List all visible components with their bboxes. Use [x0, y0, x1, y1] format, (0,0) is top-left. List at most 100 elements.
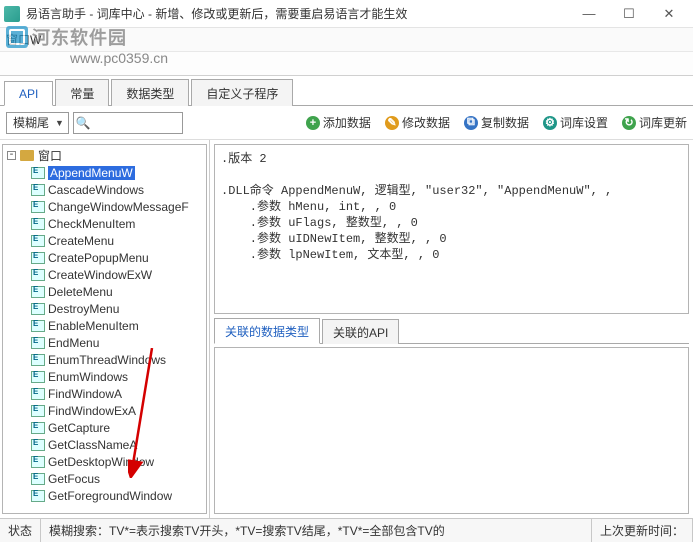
- right-panel: .版本 2 .DLL命令 AppendMenuW, 逻辑型, "user32",…: [210, 140, 693, 518]
- related-content[interactable]: [214, 347, 689, 514]
- tab-custom[interactable]: 自定义子程序: [191, 79, 293, 106]
- file-icon: [31, 422, 45, 434]
- search-input[interactable]: [92, 114, 182, 132]
- tree-item-label: FindWindowExA: [48, 404, 136, 418]
- file-icon: [31, 439, 45, 451]
- file-icon: [31, 490, 45, 502]
- tree-item-label: EnumWindows: [48, 370, 128, 384]
- tree-item[interactable]: CheckMenuItem: [5, 215, 204, 232]
- status-last-update: 上次更新时间：: [592, 519, 693, 542]
- copy-data-button[interactable]: ⧉复制数据: [464, 114, 529, 131]
- plus-icon: +: [306, 116, 320, 130]
- tree-root-label: 窗口: [38, 147, 62, 164]
- tree-item[interactable]: GetForegroundWindow: [5, 487, 204, 504]
- refresh-icon: ↻: [622, 116, 636, 130]
- tree-item[interactable]: FindWindowExA: [5, 402, 204, 419]
- file-icon: [31, 320, 45, 332]
- window-title: 易语言助手 - 词库中心 - 新增、修改或更新后，需要重启易语言才能生效: [26, 5, 569, 22]
- tree-item-label: CheckMenuItem: [48, 217, 135, 231]
- file-icon: [31, 252, 45, 264]
- search-icon: 🔍: [74, 116, 92, 130]
- tree-item-label: EndMenu: [48, 336, 99, 350]
- tree-item[interactable]: DestroyMenu: [5, 300, 204, 317]
- tree-item-label: CascadeWindows: [48, 183, 144, 197]
- app-icon: [4, 6, 20, 22]
- status-label: 状态: [0, 519, 41, 542]
- file-icon: [31, 167, 45, 179]
- tree-item[interactable]: GetFocus: [5, 470, 204, 487]
- tree-item-label: GetForegroundWindow: [48, 489, 172, 503]
- search-mode-value: 模糊尾: [13, 114, 49, 131]
- watermark-icon: [6, 26, 28, 48]
- edit-icon: ✎: [385, 116, 399, 130]
- tree-panel: - 窗口 AppendMenuW CascadeWindowsChangeWind…: [0, 140, 210, 518]
- watermark-url: www.pc0359.cn: [70, 50, 168, 66]
- tree-item[interactable]: DeleteMenu: [5, 283, 204, 300]
- file-icon: [31, 473, 45, 485]
- related-tabs: 关联的数据类型 关联的API: [214, 318, 689, 344]
- status-hint: 模糊搜索：TV*=表示搜索TV开头，*TV=搜索TV结尾，*TV*=全部包含TV…: [41, 519, 592, 542]
- file-icon: [31, 388, 45, 400]
- tree-item-label: GetFocus: [48, 472, 100, 486]
- file-icon: [31, 269, 45, 281]
- copy-icon: ⧉: [464, 116, 478, 130]
- gear-icon: ⚙: [543, 116, 557, 130]
- tree-item[interactable]: FindWindowA: [5, 385, 204, 402]
- tree-item-label: EnumThreadWindows: [48, 353, 166, 367]
- file-icon: [31, 201, 45, 213]
- edit-data-button[interactable]: ✎修改数据: [385, 114, 450, 131]
- tree-item[interactable]: GetClassNameA: [5, 436, 204, 453]
- file-icon: [31, 286, 45, 298]
- tree-item-label: EnableMenuItem: [48, 319, 139, 333]
- related-tab-datatype[interactable]: 关联的数据类型: [214, 318, 320, 344]
- file-icon: [31, 235, 45, 247]
- file-icon: [31, 405, 45, 417]
- tab-const[interactable]: 常量: [55, 79, 109, 106]
- tab-api[interactable]: API: [4, 81, 53, 106]
- tree-item[interactable]: GetDesktopWindow: [5, 453, 204, 470]
- tree-item[interactable]: EnableMenuItem: [5, 317, 204, 334]
- code-view[interactable]: .版本 2 .DLL命令 AppendMenuW, 逻辑型, "user32",…: [214, 144, 689, 314]
- settings-button[interactable]: ⚙词库设置: [543, 114, 608, 131]
- watermark-text: 河东软件园: [32, 24, 127, 50]
- file-icon: [31, 303, 45, 315]
- tab-datatype[interactable]: 数据类型: [111, 79, 189, 106]
- tree-item[interactable]: EnumWindows: [5, 368, 204, 385]
- file-icon: [31, 354, 45, 366]
- tree-item-label: CreatePopupMenu: [48, 251, 149, 265]
- update-button[interactable]: ↻词库更新: [622, 114, 687, 131]
- tree-item-label: CreateWindowExW: [48, 268, 152, 282]
- tree-item-label: GetCapture: [48, 421, 110, 435]
- tree-item[interactable]: EndMenu: [5, 334, 204, 351]
- tree-item[interactable]: GetCapture: [5, 419, 204, 436]
- search-field[interactable]: 🔍: [73, 112, 183, 134]
- tree-root[interactable]: - 窗口: [5, 147, 204, 164]
- folder-icon: [20, 150, 34, 161]
- collapse-icon[interactable]: -: [7, 151, 16, 160]
- tree-item[interactable]: CreateMenu: [5, 232, 204, 249]
- file-icon: [31, 184, 45, 196]
- tree-item[interactable]: ChangeWindowMessageF: [5, 198, 204, 215]
- tree-item[interactable]: CreatePopupMenu: [5, 249, 204, 266]
- maximize-button[interactable]: ☐: [609, 1, 649, 27]
- tree-item[interactable]: CascadeWindows: [5, 181, 204, 198]
- search-mode-combo[interactable]: 模糊尾 ▼: [6, 112, 69, 134]
- file-icon: [31, 456, 45, 468]
- tree-item[interactable]: CreateWindowExW: [5, 266, 204, 283]
- tree-item-label: GetDesktopWindow: [48, 455, 154, 469]
- chevron-down-icon: ▼: [55, 118, 64, 128]
- tree-item-label: DestroyMenu: [48, 302, 119, 316]
- close-button[interactable]: ✕: [649, 1, 689, 27]
- tree-item-label: FindWindowA: [48, 387, 122, 401]
- tree-item[interactable]: AppendMenuW: [5, 164, 204, 181]
- add-data-button[interactable]: +添加数据: [306, 114, 371, 131]
- tree-item-label: GetClassNameA: [48, 438, 137, 452]
- related-tab-api[interactable]: 关联的API: [322, 319, 399, 344]
- tree-item[interactable]: EnumThreadWindows: [5, 351, 204, 368]
- action-row: 模糊尾 ▼ 🔍 +添加数据 ✎修改数据 ⧉复制数据 ⚙词库设置 ↻词库更新: [0, 106, 693, 140]
- minimize-button[interactable]: —: [569, 1, 609, 27]
- tree-item-label: DeleteMenu: [48, 285, 113, 299]
- file-icon: [31, 218, 45, 230]
- watermark: 河东软件园: [6, 24, 127, 50]
- tree-view[interactable]: - 窗口 AppendMenuW CascadeWindowsChangeWind…: [2, 144, 207, 514]
